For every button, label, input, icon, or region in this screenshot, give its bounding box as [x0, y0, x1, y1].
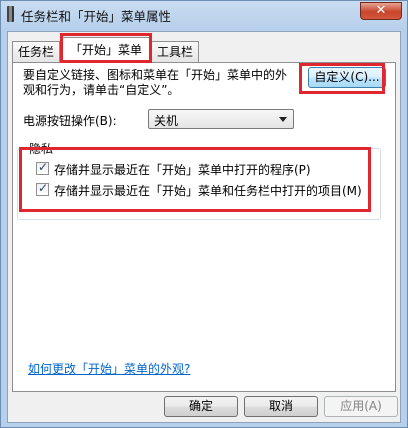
- chevron-down-icon: [279, 117, 287, 122]
- ok-button[interactable]: 确定: [164, 396, 238, 417]
- title-bar[interactable]: 任务栏和「开始」菜单属性 ✕: [1, 1, 407, 27]
- help-link[interactable]: 如何更改「开始」菜单的外观?: [28, 360, 190, 377]
- apply-button[interactable]: 应用(A): [324, 396, 398, 417]
- customize-description: 要自定义链接、图标和菜单在「开始」菜单中的外观和行为，请单击“自定义”。: [23, 68, 288, 97]
- privacy-options-highlight: [19, 147, 371, 212]
- cancel-button[interactable]: 取消: [244, 396, 318, 417]
- close-button[interactable]: ✕: [360, 2, 402, 20]
- power-button-label: 电源按钮操作(B):: [23, 114, 117, 128]
- power-action-value: 关机: [154, 114, 179, 128]
- start-menu-tab-highlight: [60, 33, 152, 63]
- window-title: 任务栏和「开始」菜单属性: [21, 9, 172, 24]
- properties-window: 任务栏和「开始」菜单属性 ✕ 任务栏 「开始」菜单 工具栏 要自定义链接、图标和…: [0, 0, 408, 428]
- taskbar-properties-icon: [7, 6, 14, 22]
- tab-toolbars[interactable]: 工具栏: [151, 41, 199, 62]
- power-action-dropdown[interactable]: 关机: [148, 109, 294, 129]
- customize-button-highlight: [299, 63, 385, 94]
- tab-taskbar[interactable]: 任务栏: [12, 41, 60, 62]
